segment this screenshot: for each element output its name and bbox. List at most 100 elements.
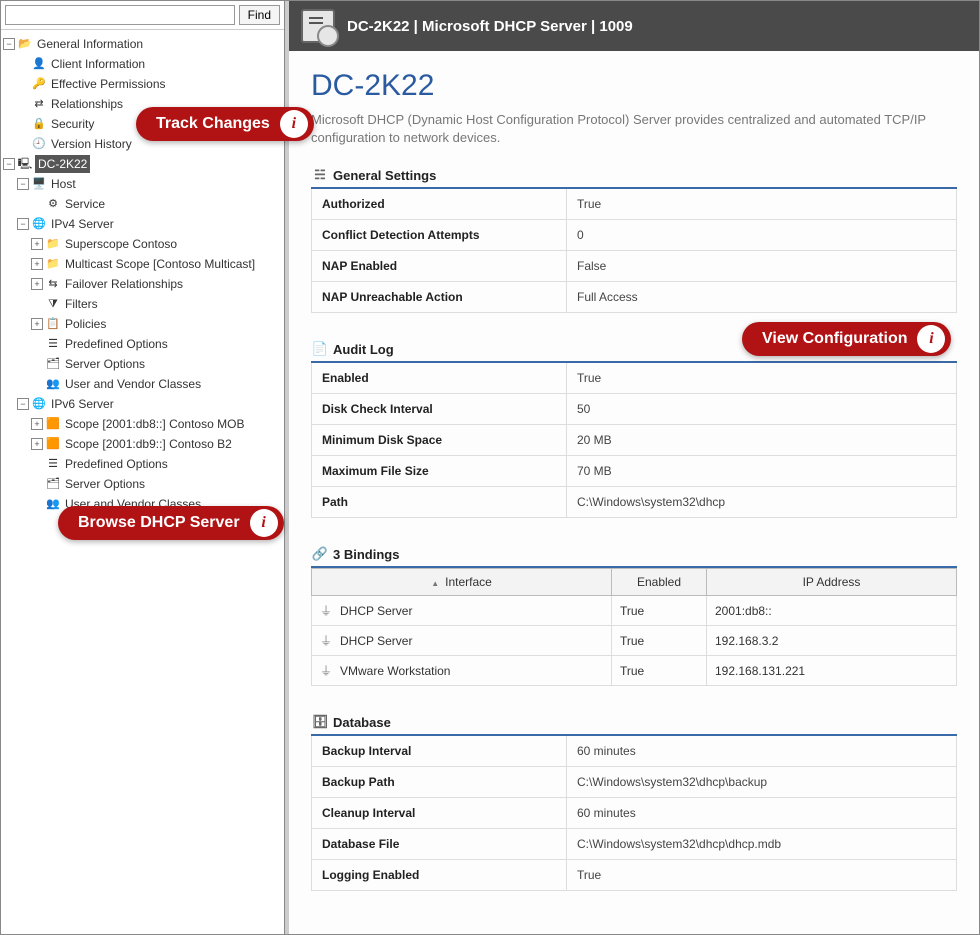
folder-icon: 📂 (17, 35, 33, 53)
expand-icon[interactable]: + (31, 318, 43, 330)
col-interface[interactable]: Interface (312, 569, 612, 596)
failover-icon: ⇆ (45, 275, 61, 293)
search-row: Find (1, 1, 284, 30)
table-row[interactable]: ⏚VMware WorkstationTrue192.168.131.221 (312, 656, 957, 686)
page-title: DC-2K22 (311, 69, 957, 103)
table-row: Minimum Disk Space20 MB (312, 425, 957, 456)
callout-browse-dhcp[interactable]: Browse DHCP Server i (58, 506, 284, 540)
tree-label: Client Information (49, 55, 147, 73)
classes-icon: 👥 (45, 495, 61, 513)
callout-track-changes[interactable]: Track Changes i (136, 107, 314, 141)
table-row[interactable]: ⏚DHCP ServerTrue2001:db8:: (312, 596, 957, 626)
tree-predefined-options[interactable]: ☰ Predefined Options (3, 334, 282, 354)
callout-label: View Configuration (762, 330, 907, 348)
table-row: Conflict Detection Attempts0 (312, 220, 957, 251)
info-icon: i (917, 325, 945, 353)
tree-label: Predefined Options (63, 335, 170, 353)
tree-superscope[interactable]: + 📁 Superscope Contoso (3, 234, 282, 254)
tree-label: IPv6 Server (49, 395, 116, 413)
expand-icon[interactable]: + (31, 258, 43, 270)
expand-icon[interactable]: + (31, 418, 43, 430)
table-row[interactable]: ⏚DHCP ServerTrue192.168.3.2 (312, 626, 957, 656)
col-enabled[interactable]: Enabled (612, 569, 707, 596)
tree-filters[interactable]: ⧩ Filters (3, 294, 282, 314)
info-icon: i (250, 509, 278, 537)
table-row: Backup PathC:\Windows\system32\dhcp\back… (312, 767, 957, 798)
collapse-icon[interactable]: − (3, 38, 15, 50)
page-description: Microsoft DHCP (Dynamic Host Configurati… (311, 111, 957, 147)
tree-scope-db8[interactable]: + 🟧 Scope [2001:db8::] Contoso MOB (3, 414, 282, 434)
section-title-label: General Settings (333, 168, 436, 183)
collapse-icon[interactable]: − (17, 398, 29, 410)
tree-dc2k22[interactable]: − 🖳 DC-2K22 (3, 154, 282, 174)
table-row: NAP Unreachable ActionFull Access (312, 282, 957, 313)
tree-ipv4-server[interactable]: − 🌐 IPv4 Server (3, 214, 282, 234)
table-row: AuthorizedTrue (312, 189, 957, 220)
expand-icon[interactable]: + (31, 438, 43, 450)
collapse-icon[interactable]: − (17, 178, 29, 190)
history-icon: 🕘 (31, 135, 47, 153)
ipv4-icon: 🌐 (31, 215, 47, 233)
expand-icon[interactable]: + (31, 278, 43, 290)
find-button[interactable]: Find (239, 5, 280, 25)
options-icon: ☰ (45, 455, 61, 473)
tree-predefined-options-6[interactable]: ☰ Predefined Options (3, 454, 282, 474)
tree-failover[interactable]: + ⇆ Failover Relationships (3, 274, 282, 294)
tree-effective-permissions[interactable]: 🔑 Effective Permissions (3, 74, 282, 94)
table-row: PathC:\Windows\system32\dhcp (312, 487, 957, 518)
server-options-icon: 🗂 (45, 475, 61, 493)
database-icon: 🗄 (311, 714, 329, 730)
info-icon: i (280, 110, 308, 138)
tree-ipv6-server[interactable]: − 🌐 IPv6 Server (3, 394, 282, 414)
tree-host[interactable]: − 🖥️ Host (3, 174, 282, 194)
search-input[interactable] (5, 5, 235, 25)
nic-icon: ⏚ (320, 602, 336, 619)
expand-icon[interactable]: + (31, 238, 43, 250)
table-row: Logging EnabledTrue (312, 860, 957, 891)
tree-multicast[interactable]: + 📁 Multicast Scope [Contoso Multicast] (3, 254, 282, 274)
server-options-icon: 🗂 (45, 355, 61, 373)
tree-label: Failover Relationships (63, 275, 185, 293)
tree-server-options-6[interactable]: 🗂 Server Options (3, 474, 282, 494)
bindings-table: Interface Enabled IP Address ⏚DHCP Serve… (311, 568, 957, 686)
header-title: DC-2K22 | Microsoft DHCP Server | 1009 (347, 18, 633, 35)
tree-user-vendor-classes[interactable]: 👥 User and Vendor Classes (3, 374, 282, 394)
tree-label: Filters (63, 295, 100, 313)
nic-icon: ⏚ (320, 632, 336, 649)
col-ip[interactable]: IP Address (707, 569, 957, 596)
host-icon: 🖥️ (31, 175, 47, 193)
bindings-icon: 🔗 (311, 546, 329, 562)
tree-label: Policies (63, 315, 108, 333)
section-title-label: Database (333, 715, 391, 730)
section-database: 🗄 Database Backup Interval60 minutes Bac… (311, 714, 957, 891)
settings-icon: ☵ (311, 167, 329, 183)
tree-policies[interactable]: + 📋 Policies (3, 314, 282, 334)
tree-client-info[interactable]: 👤 Client Information (3, 54, 282, 74)
options-icon: ☰ (45, 335, 61, 353)
folder-icon: 📁 (45, 255, 61, 273)
service-icon: ⚙ (45, 195, 61, 213)
server-icon: 🖳 (17, 155, 33, 173)
collapse-icon[interactable]: − (3, 158, 15, 170)
tree-label: Effective Permissions (49, 75, 168, 93)
database-table: Backup Interval60 minutes Backup PathC:\… (311, 736, 957, 891)
audit-log-table: EnabledTrue Disk Check Interval50 Minimu… (311, 363, 957, 518)
section-bindings: 🔗 3 Bindings Interface Enabled IP Addres… (311, 546, 957, 686)
classes-icon: 👥 (45, 375, 61, 393)
tree-label: Host (49, 175, 78, 193)
tree-label: Relationships (49, 95, 125, 113)
folder-icon: 📁 (45, 235, 61, 253)
tree-service[interactable]: ⚙ Service (3, 194, 282, 214)
tree-scope-db9[interactable]: + 🟧 Scope [2001:db9::] Contoso B2 (3, 434, 282, 454)
tree-label: DC-2K22 (35, 155, 90, 173)
tree-label: Superscope Contoso (63, 235, 179, 253)
tree-general-info[interactable]: − 📂 General Information (3, 34, 282, 54)
scope-icon: 🟧 (45, 435, 61, 453)
tree-label: General Information (35, 35, 145, 53)
callout-view-configuration[interactable]: View Configuration i (742, 322, 951, 356)
tree-server-options[interactable]: 🗂 Server Options (3, 354, 282, 374)
tree-label: Predefined Options (63, 455, 170, 473)
tree-label: Multicast Scope [Contoso Multicast] (63, 255, 257, 273)
collapse-icon[interactable]: − (17, 218, 29, 230)
general-settings-table: AuthorizedTrue Conflict Detection Attemp… (311, 189, 957, 313)
